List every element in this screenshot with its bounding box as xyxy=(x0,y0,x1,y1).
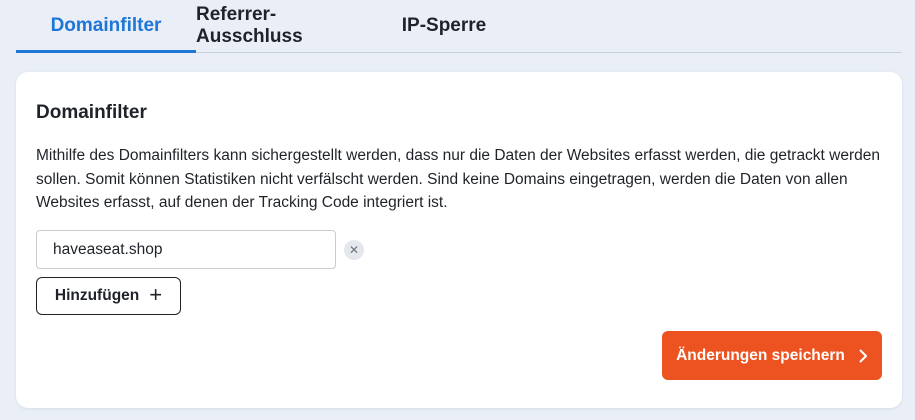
save-changes-button[interactable]: Änderungen speichern xyxy=(662,331,882,380)
chevron-right-icon xyxy=(859,349,868,363)
domainfilter-card: Domainfilter Mithilfe des Domainfilters … xyxy=(16,72,902,408)
tab-ip-sperre[interactable]: IP-Sperre xyxy=(368,0,520,51)
plus-icon: + xyxy=(149,282,163,307)
close-icon: ✕ xyxy=(348,242,360,257)
tab-referrer-ausschluss[interactable]: Referrer-Ausschluss xyxy=(196,0,368,51)
save-button-label: Änderungen speichern xyxy=(676,346,845,364)
remove-domain-button[interactable]: ✕ xyxy=(344,239,364,260)
domain-input[interactable] xyxy=(36,230,336,269)
add-domain-button[interactable]: Hinzufügen + xyxy=(36,277,181,315)
card-description: Mithilfe des Domainfilters kann sicherge… xyxy=(36,147,881,211)
card-title: Domainfilter xyxy=(36,102,147,123)
tab-domainfilter[interactable]: Domainfilter xyxy=(16,0,196,53)
domain-row: ✕ xyxy=(36,230,364,269)
add-button-label: Hinzufügen xyxy=(54,287,140,304)
tab-bar: Domainfilter Referrer-Ausschluss IP-Sper… xyxy=(16,0,902,53)
